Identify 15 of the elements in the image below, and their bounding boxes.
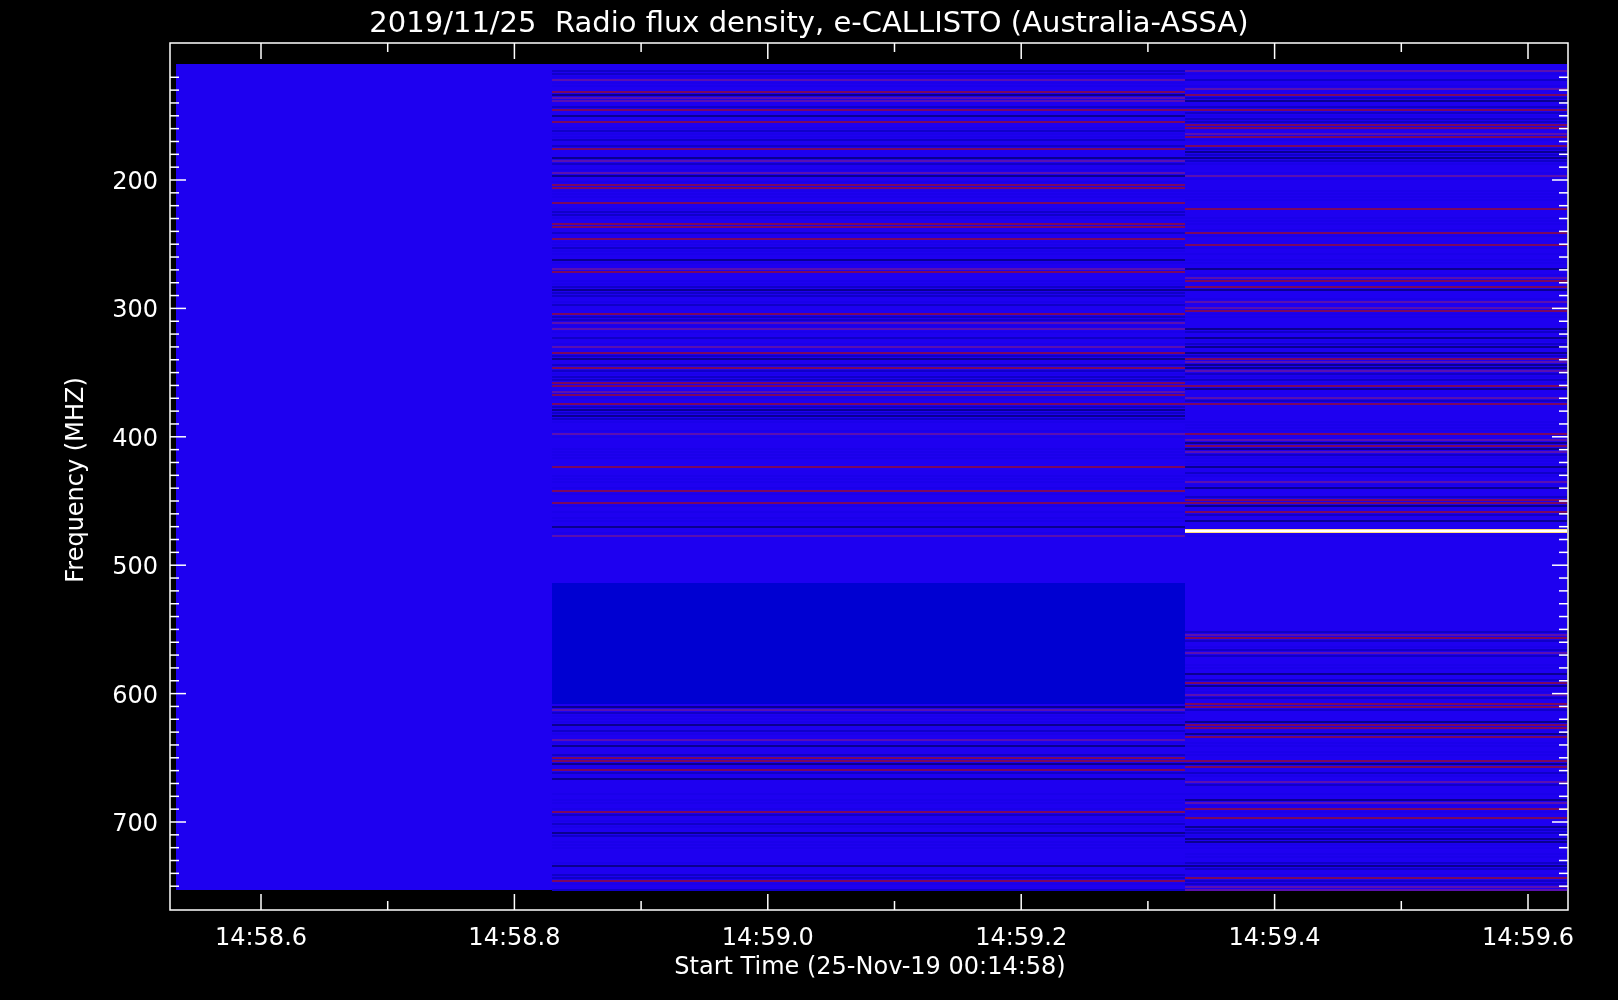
x-tick-label: 14:58.6 [214, 923, 308, 951]
y-axis-label: Frequency (MHZ) [61, 377, 89, 583]
y-tick-label: 400 [112, 423, 158, 452]
x-tick-label: 14:59.6 [1481, 923, 1575, 951]
y-tick-label: 200 [112, 167, 158, 195]
x-tick-label: 14:59.4 [1228, 923, 1321, 951]
x-axis-label: Start Time (25-Nov-19 00:14:58) [674, 952, 1066, 980]
y-tick-label: 700 [112, 809, 158, 837]
x-tick-label: 14:59.2 [975, 923, 1068, 951]
x-tick-label: 14:58.8 [468, 923, 561, 951]
x-tick-label: 14:59.0 [721, 923, 814, 951]
y-tick-label: 600 [112, 680, 158, 709]
y-tick-label: 500 [112, 552, 158, 581]
chart-title: 2019/11/25 Radio flux density, e-CALLISTO (Australia-ASSA) [369, 5, 1249, 39]
y-tick-label: 300 [112, 295, 158, 324]
